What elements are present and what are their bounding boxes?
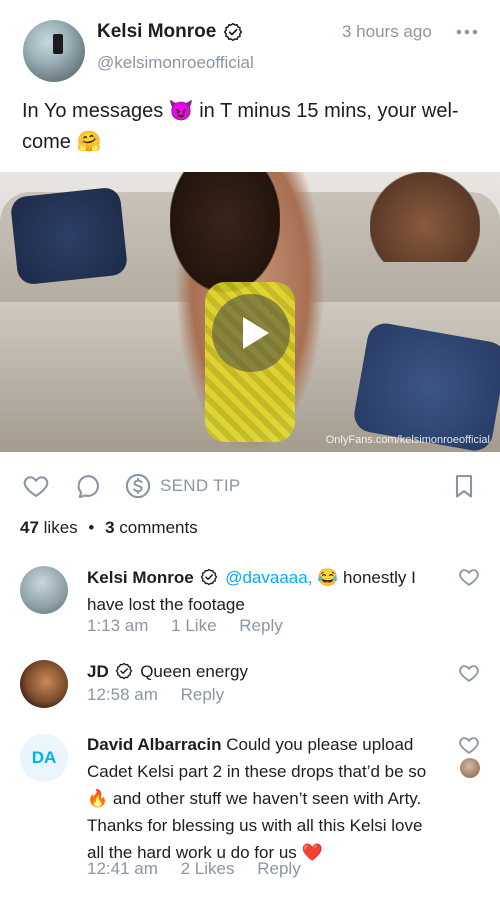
- comment-time: 1:13 am: [87, 616, 149, 635]
- comment-likes[interactable]: 2 Likes: [181, 859, 235, 878]
- comment-body: JD Queen energy: [87, 658, 437, 685]
- reply-button[interactable]: Reply: [181, 685, 224, 704]
- heart-icon[interactable]: [458, 566, 480, 588]
- comment-avatar-initials[interactable]: DA: [20, 734, 68, 782]
- comment-time: 12:58 am: [87, 685, 158, 704]
- likes-count[interactable]: 47: [20, 518, 39, 537]
- play-icon[interactable]: [212, 294, 290, 372]
- verified-icon: [116, 662, 133, 680]
- post-header: Kelsi Monroe @kelsimonroeofficial 3 hour…: [0, 0, 500, 90]
- mirror-reflection: [370, 172, 480, 262]
- reply-button[interactable]: Reply: [257, 859, 300, 878]
- post-caption: In Yo messages 😈 in T minus 15 mins, you…: [22, 100, 459, 153]
- bookmark-icon[interactable]: [450, 472, 478, 500]
- post-stats: 47 likes • 3 comments: [20, 518, 198, 538]
- comment-text: Queen energy: [140, 662, 248, 681]
- comment-likes[interactable]: 1 Like: [171, 616, 216, 635]
- dollar-icon: [125, 473, 151, 499]
- post-time: 3 hours ago: [342, 22, 432, 41]
- pillow-right: [351, 320, 500, 452]
- comment-meta: 1:13 am 1 Like Reply: [87, 616, 301, 636]
- creator-liked-avatar: [460, 758, 480, 778]
- post-video[interactable]: OnlyFans.com/kelsimonroeofficial: [0, 172, 500, 452]
- comment-body: David Albarracin Could you please upload…: [87, 731, 437, 866]
- comment-avatar[interactable]: [20, 566, 68, 614]
- comment-author[interactable]: Kelsi Monroe: [87, 568, 194, 587]
- send-tip-button[interactable]: SEND TIP: [124, 470, 241, 502]
- likes-label[interactable]: likes: [44, 518, 78, 537]
- comment-meta: 12:41 am 2 Likes Reply: [87, 859, 319, 879]
- video-watermark: OnlyFans.com/kelsimonroeofficial: [325, 434, 490, 446]
- heart-icon[interactable]: [22, 472, 50, 500]
- heart-icon[interactable]: [458, 662, 480, 684]
- more-icon[interactable]: [455, 24, 479, 40]
- comment-author[interactable]: David Albarracin: [87, 735, 221, 754]
- video-subject-hair: [170, 172, 280, 292]
- comment-body: Kelsi Monroe @davaaaa, 😂 honestly I have…: [87, 564, 437, 618]
- author-avatar[interactable]: [23, 20, 85, 82]
- author-handle[interactable]: @kelsimonroeofficial: [97, 53, 254, 73]
- comment-text: Could you please upload Cadet Kelsi part…: [87, 735, 427, 862]
- comment-icon[interactable]: [74, 472, 102, 500]
- reply-button[interactable]: Reply: [239, 616, 282, 635]
- verified-icon: [223, 22, 243, 42]
- post-actions: SEND TIP: [0, 468, 500, 504]
- verified-icon: [201, 568, 218, 586]
- comment-mention[interactable]: @davaaaa,: [225, 568, 312, 587]
- comment-time: 12:41 am: [87, 859, 158, 878]
- pillow-left: [9, 186, 129, 286]
- stats-separator: •: [88, 518, 95, 537]
- comments-count[interactable]: 3: [105, 518, 114, 537]
- comment-meta: 12:58 am Reply: [87, 685, 242, 705]
- comment-avatar[interactable]: [20, 660, 68, 708]
- heart-icon[interactable]: [458, 734, 480, 756]
- comment-author[interactable]: JD: [87, 662, 109, 681]
- author-name[interactable]: Kelsi Monroe: [97, 21, 216, 43]
- send-tip-label: SEND TIP: [160, 476, 241, 495]
- comments-label[interactable]: comments: [119, 518, 197, 537]
